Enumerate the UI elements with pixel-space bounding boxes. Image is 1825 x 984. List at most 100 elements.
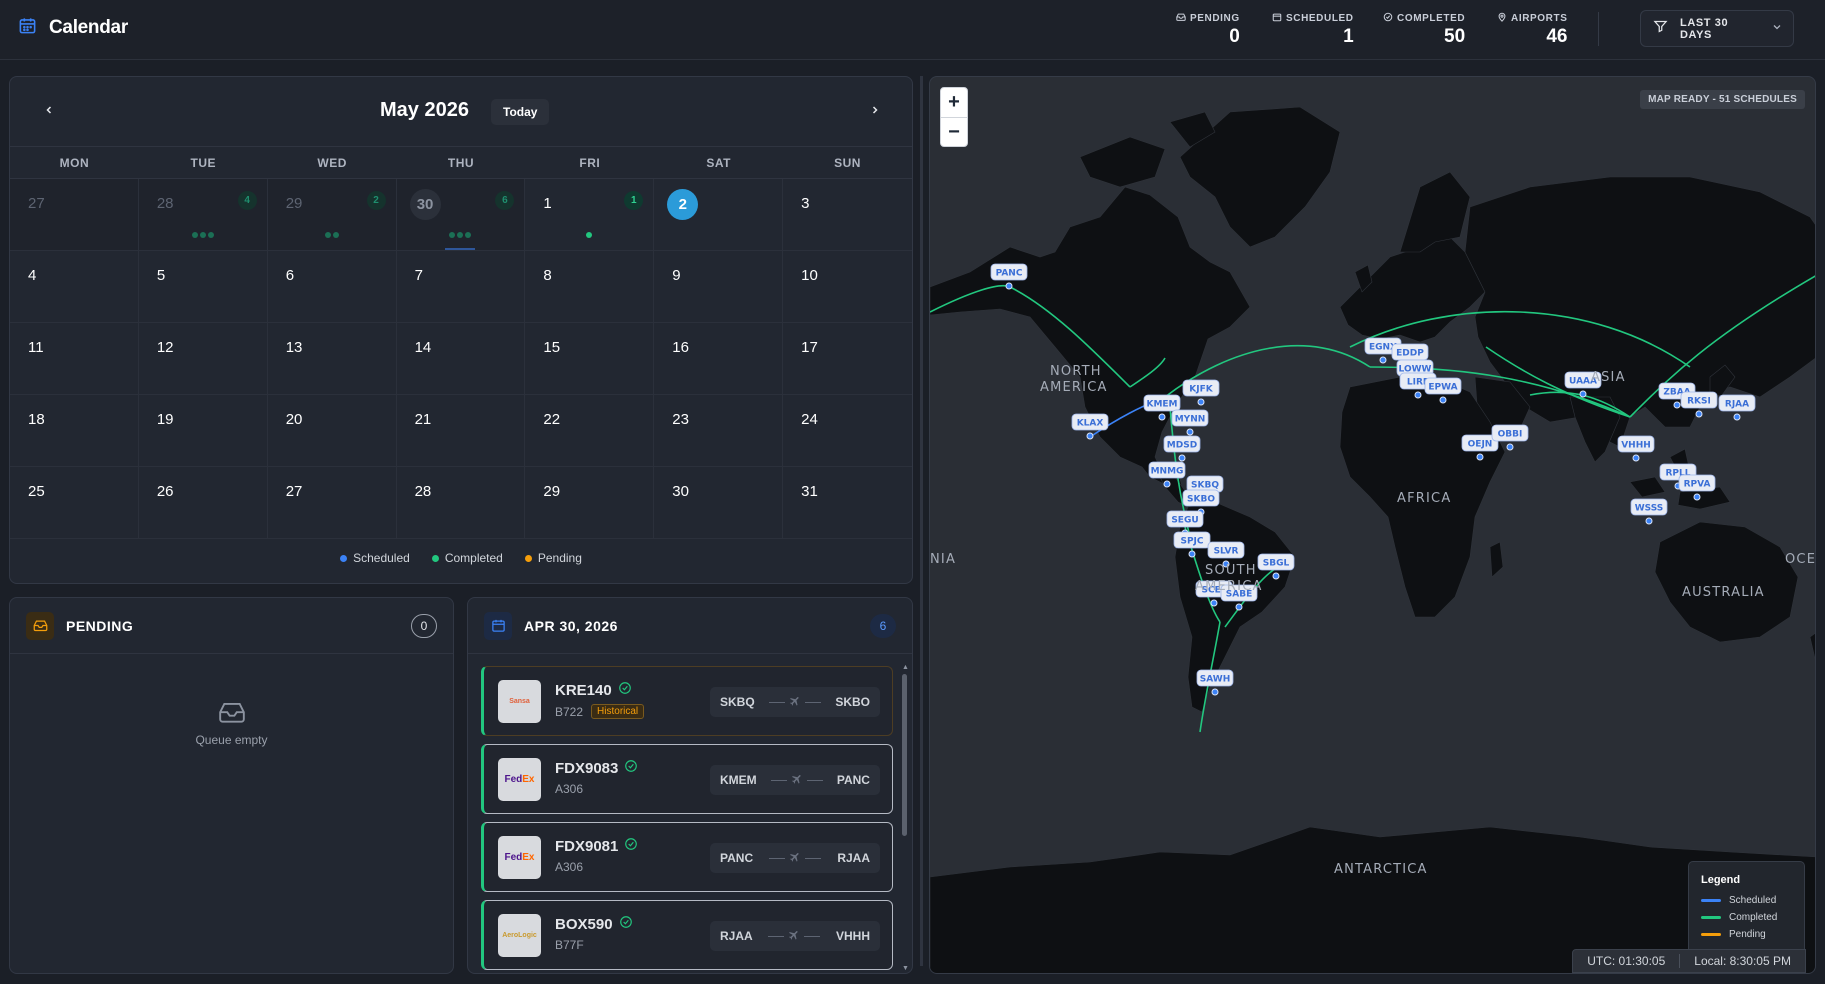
airport-dot[interactable] xyxy=(1186,428,1194,436)
airport-dot[interactable] xyxy=(1211,688,1219,696)
airport-dot[interactable] xyxy=(1272,572,1280,580)
airport-dot[interactable] xyxy=(1579,390,1587,398)
calendar-day-cell[interactable]: 23 xyxy=(654,395,784,467)
airport-marker[interactable]: MDSD xyxy=(1163,435,1201,462)
flight-card[interactable]: Sansa KRE140 B722 Historical SKBQ SKBO xyxy=(481,666,893,736)
airport-marker[interactable]: WSSS xyxy=(1630,498,1668,525)
airport-dot[interactable] xyxy=(1005,282,1013,290)
calendar-day-cell[interactable]: 11 xyxy=(525,179,655,251)
day-number: 19 xyxy=(156,411,174,428)
calendar-day-cell[interactable]: 29 2 xyxy=(267,179,397,251)
calendar-small-icon xyxy=(1272,12,1282,25)
airport-marker[interactable]: MYNN xyxy=(1171,409,1209,436)
airport-dot[interactable] xyxy=(1693,493,1701,501)
airport-dot[interactable] xyxy=(1695,410,1703,418)
airport-marker[interactable]: RJAA xyxy=(1718,394,1756,421)
flight-list[interactable]: Sansa KRE140 B722 Historical SKBQ SKBO Fed Ex FD… xyxy=(481,666,893,971)
legend-label: Completed xyxy=(444,551,503,565)
calendar-day-cell[interactable]: 20 xyxy=(267,395,397,467)
airport-dot[interactable] xyxy=(1197,398,1205,406)
airport-dot[interactable] xyxy=(1178,454,1186,462)
prev-month-button[interactable] xyxy=(36,99,62,125)
scroll-down-arrow-icon[interactable]: ▼ xyxy=(902,965,909,972)
airport-dot[interactable] xyxy=(1163,480,1171,488)
flight-list-scrollbar[interactable]: ▲ ▼ xyxy=(902,664,909,972)
calendar-day-cell[interactable]: 17 xyxy=(783,323,912,395)
calendar-day-cell[interactable]: 16 xyxy=(654,323,784,395)
calendar-day-cell[interactable]: 29 xyxy=(525,467,655,539)
stat-completed-label: COMPLETED xyxy=(1397,13,1466,24)
airport-marker[interactable]: VHHH xyxy=(1617,435,1655,462)
calendar-day-cell[interactable]: 5 xyxy=(138,251,268,323)
calendar-day-cell[interactable]: 10 xyxy=(783,251,912,323)
airport-dot[interactable] xyxy=(1506,443,1514,451)
airport-dot[interactable] xyxy=(1158,413,1166,421)
calendar-day-cell[interactable]: 19 xyxy=(138,395,268,467)
airport-dot[interactable] xyxy=(1673,401,1681,409)
date-range-filter[interactable]: LAST 30 DAYS xyxy=(1640,10,1794,47)
calendar-day-cell[interactable]: 12 xyxy=(138,323,268,395)
airport-marker[interactable]: KJFK xyxy=(1182,379,1220,406)
calendar-day-cell[interactable]: 18 xyxy=(10,395,139,467)
pending-count: 0 xyxy=(411,613,437,638)
airport-dot[interactable] xyxy=(1733,413,1741,421)
airport-dot[interactable] xyxy=(1086,432,1094,440)
airport-dot[interactable] xyxy=(1414,391,1422,399)
scroll-thumb[interactable] xyxy=(902,674,907,836)
airport-dot[interactable] xyxy=(1379,356,1387,364)
calendar-day-cell[interactable]: 14 xyxy=(396,323,526,395)
stat-airports: AIRPORTS 46 xyxy=(1497,12,1567,48)
calendar-day-cell[interactable]: 6 xyxy=(267,251,397,323)
zoom-out-button[interactable]: − xyxy=(941,117,967,146)
calendar-day-cell[interactable]: 26 xyxy=(138,467,268,539)
calendar-day-cell[interactable]: 28 xyxy=(396,467,526,539)
route-map[interactable]: PANC KLAX KMEM KJFK MYNN MNMG SKBQ SKBO MDSD SEGU… xyxy=(929,76,1816,974)
stat-scheduled: SCHEDULED 1 xyxy=(1272,12,1354,48)
chevron-right-icon xyxy=(869,103,881,121)
calendar-day-cell[interactable]: 4 xyxy=(10,251,139,323)
calendar-day-cell[interactable]: 13 xyxy=(267,323,397,395)
calendar-day-cell[interactable]: 15 xyxy=(525,323,655,395)
airport-dot[interactable] xyxy=(1235,603,1243,611)
calendar-day-cell[interactable]: 30 xyxy=(654,467,784,539)
calendar-day-cell[interactable]: 2 xyxy=(654,179,784,251)
calendar-day-cell[interactable]: 25 xyxy=(10,467,139,539)
airport-dot[interactable] xyxy=(1476,453,1484,461)
calendar-day-cell[interactable]: 21 xyxy=(396,395,526,467)
pending-panel: PENDING 0 Queue empty xyxy=(9,597,454,974)
airport-dot[interactable] xyxy=(1210,599,1218,607)
airport-code-label: SBGL xyxy=(1263,559,1290,569)
flight-card[interactable]: AeroLogic BOX590 B77F RJAA VHHH xyxy=(481,900,893,970)
airport-code-label: KMEM xyxy=(1146,400,1177,410)
panel-splitter[interactable] xyxy=(920,76,923,966)
flight-code-text: FDX9081 xyxy=(555,837,619,855)
flight-card[interactable]: Fed Ex FDX9081 A306 PANC RJAA xyxy=(481,822,893,892)
calendar-day-cell[interactable]: 11 xyxy=(10,323,139,395)
day-flight-count-badge: 1 xyxy=(624,191,644,210)
calendar-day-cell[interactable]: 24 xyxy=(783,395,912,467)
calendar-day-cell[interactable]: 27 xyxy=(10,179,139,251)
airport-dot[interactable] xyxy=(1632,454,1640,462)
calendar-day-cell[interactable]: 31 xyxy=(783,467,912,539)
calendar-day-cell[interactable]: 9 xyxy=(654,251,784,323)
completed-event-dot xyxy=(324,232,331,238)
calendar-day-cell[interactable]: 22 xyxy=(525,395,655,467)
legend-line-swatch xyxy=(1701,899,1721,902)
airport-dot[interactable] xyxy=(1439,396,1447,404)
flight-card[interactable]: Fed Ex FDX9083 A306 KMEM PANC xyxy=(481,744,893,814)
calendar-day-cell[interactable]: 7 xyxy=(396,251,526,323)
next-month-button[interactable] xyxy=(862,99,888,125)
world-map[interactable]: PANC KLAX KMEM KJFK MYNN MNMG SKBQ SKBO MDSD SEGU… xyxy=(930,77,1816,974)
zoom-in-button[interactable]: + xyxy=(941,88,967,117)
calendar-day-cell[interactable]: 28 4 xyxy=(138,179,268,251)
today-button[interactable]: Today xyxy=(491,99,550,125)
calendar-day-cell[interactable]: 27 xyxy=(267,467,397,539)
calendar-day-cell[interactable]: 8 xyxy=(525,251,655,323)
airport-dot[interactable] xyxy=(1188,550,1196,558)
filter-label: LAST 30 DAYS xyxy=(1680,16,1729,41)
flight-code: FDX9081 xyxy=(555,837,638,855)
scroll-up-arrow-icon[interactable]: ▲ xyxy=(902,664,909,671)
calendar-day-cell[interactable]: 3 xyxy=(783,179,912,251)
calendar-day-cell[interactable]: 30 6 xyxy=(396,179,526,251)
airport-dot[interactable] xyxy=(1645,517,1653,525)
